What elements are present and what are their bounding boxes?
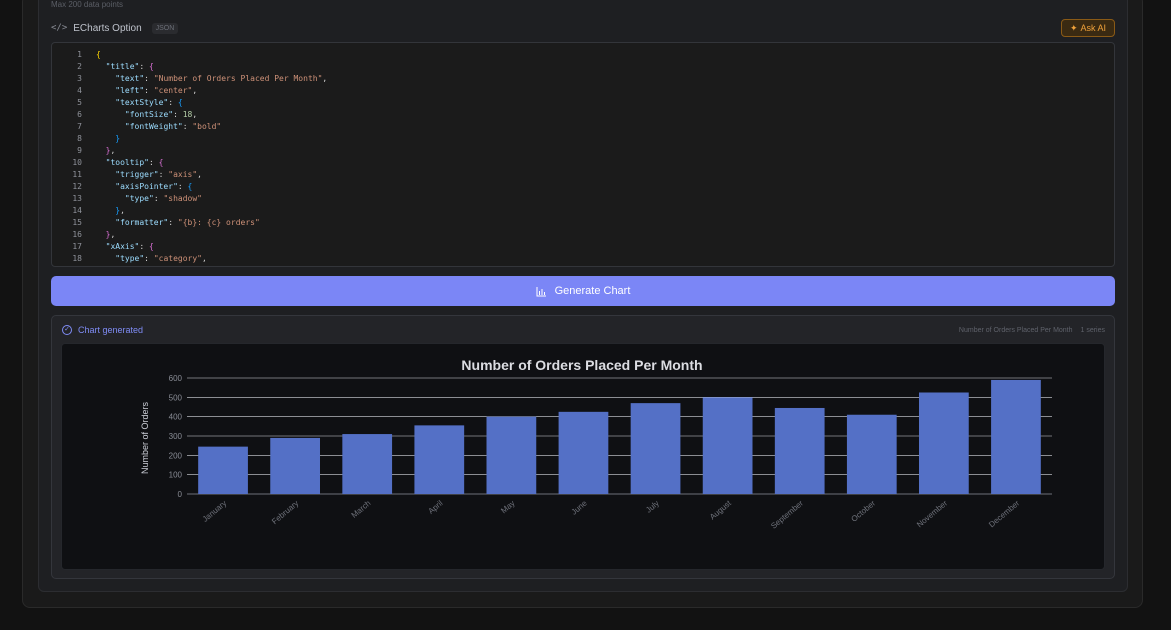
chart-result-panel: ✓ Chart generated Number of Orders Place… <box>51 315 1115 579</box>
code-line: "textStyle": { <box>115 98 183 107</box>
bar[interactable] <box>991 379 1041 494</box>
code-line: }, <box>115 206 125 215</box>
bar[interactable] <box>414 425 465 494</box>
line-number: 8 <box>77 134 82 143</box>
x-tick-label: January <box>201 499 229 524</box>
code-line: "text": "Number of Orders Placed Per Mon… <box>115 74 328 83</box>
code-line: "xAxis": { <box>105 242 154 251</box>
x-tick-label: October <box>849 498 877 523</box>
code-line: "formatter": "{b}: {c} orders" <box>115 218 260 227</box>
line-number: 16 <box>72 230 82 239</box>
bar[interactable] <box>270 437 320 494</box>
line-number: 4 <box>77 86 82 95</box>
status-text: Chart generated <box>78 325 144 335</box>
y-tick-label: 0 <box>178 490 183 499</box>
x-tick-label: December <box>987 498 1021 529</box>
x-tick-label: July <box>644 499 661 515</box>
ask-ai-label: Ask AI <box>1080 23 1107 33</box>
generate-chart-label: Generate Chart <box>554 285 631 297</box>
code-line: "left": "center", <box>115 86 198 95</box>
x-tick-label: September <box>769 498 805 530</box>
json-editor[interactable]: 1 2 3 4 5 6 7 8 9 10 11 12 13 14 15 16 17 18 { "title": {… <box>51 42 1115 267</box>
code-content: { "title": { "text": "Number of Orders P… <box>96 49 327 265</box>
code-line: "fontWeight": "bold" <box>124 122 222 131</box>
code-line: "type": "category", <box>115 254 207 263</box>
bar-chart[interactable]: Number of Orders Placed Per Month Number… <box>62 344 1105 570</box>
x-tick-label: February <box>270 499 300 526</box>
bar[interactable] <box>919 392 969 495</box>
status-row: ✓ Chart generated <box>62 325 143 335</box>
meta-title: Number of Orders Placed Per Month <box>958 327 1073 334</box>
bar-chart-icon <box>536 286 546 296</box>
bar[interactable] <box>342 434 393 494</box>
x-tick-label: August <box>708 498 733 521</box>
x-tick-label: April <box>427 499 445 516</box>
x-tick-label: June <box>570 498 589 516</box>
line-number: 9 <box>77 146 82 155</box>
code-line: }, <box>105 146 116 155</box>
line-number: 15 <box>72 218 82 227</box>
bar[interactable] <box>558 411 609 494</box>
bar[interactable] <box>630 403 681 494</box>
bar[interactable] <box>846 414 897 494</box>
line-number: 11 <box>72 170 82 179</box>
line-number: 18 <box>72 254 82 263</box>
ask-ai-button[interactable]: ✦ Ask AI <box>1061 19 1115 37</box>
option-label: ECharts Option <box>73 22 142 34</box>
line-number: 5 <box>77 98 82 107</box>
line-number: 13 <box>72 194 82 203</box>
code-line: }, <box>105 230 116 239</box>
y-tick-label: 300 <box>169 432 183 441</box>
x-tick-label: May <box>499 499 516 516</box>
code-line: "tooltip": { <box>105 158 164 167</box>
code-line: "type": "shadow" <box>124 194 202 203</box>
code-line: "title": { <box>105 62 154 71</box>
option-header: </> ECharts Option JSON <box>51 19 179 37</box>
chart-title: Number of Orders Placed Per Month <box>461 357 702 373</box>
code-icon: </> <box>51 23 68 33</box>
y-tick-label: 500 <box>169 393 183 402</box>
line-number: 14 <box>72 206 82 215</box>
bar[interactable] <box>774 407 825 494</box>
code-line: { <box>96 50 101 59</box>
line-number: 17 <box>72 242 82 251</box>
line-number: 10 <box>72 158 82 167</box>
generate-chart-button[interactable]: Generate Chart <box>51 276 1115 306</box>
check-circle-icon: ✓ <box>62 325 72 335</box>
line-number: 2 <box>77 62 82 71</box>
code-line: } <box>115 134 121 143</box>
line-number: 3 <box>77 74 82 83</box>
bar[interactable] <box>486 416 537 494</box>
x-tick-label: November <box>915 498 949 529</box>
bar[interactable] <box>702 397 753 494</box>
meta-series: 1 series <box>1080 327 1105 334</box>
line-number: 7 <box>77 122 82 131</box>
sparkles-icon: ✦ <box>1069 22 1078 33</box>
y-tick-label: 400 <box>169 413 183 422</box>
format-badge: JSON <box>151 22 179 34</box>
y-tick-label: 200 <box>169 451 183 460</box>
x-tick-label: March <box>350 499 373 520</box>
code-line: "axisPointer": { <box>115 182 193 191</box>
chart-meta: Number of Orders Placed Per Month 1 seri… <box>959 327 1105 334</box>
code-line: "fontSize": 18, <box>124 110 198 119</box>
line-number: 6 <box>77 110 82 119</box>
y-axis-label: Number of Orders <box>140 401 150 474</box>
line-number: 1 <box>77 50 82 59</box>
line-number-gutter: 1 2 3 4 5 6 7 8 9 10 11 12 13 14 15 16 17 18 <box>52 49 82 265</box>
chart-container[interactable]: Number of Orders Placed Per Month Number… <box>61 343 1105 570</box>
code-line: "trigger": "axis", <box>115 170 202 179</box>
y-tick-label: 100 <box>169 471 183 480</box>
line-number: 12 <box>72 182 82 191</box>
y-tick-label: 600 <box>169 374 183 383</box>
bar[interactable] <box>198 446 248 494</box>
max-points-note: Max 200 data points <box>51 0 124 9</box>
